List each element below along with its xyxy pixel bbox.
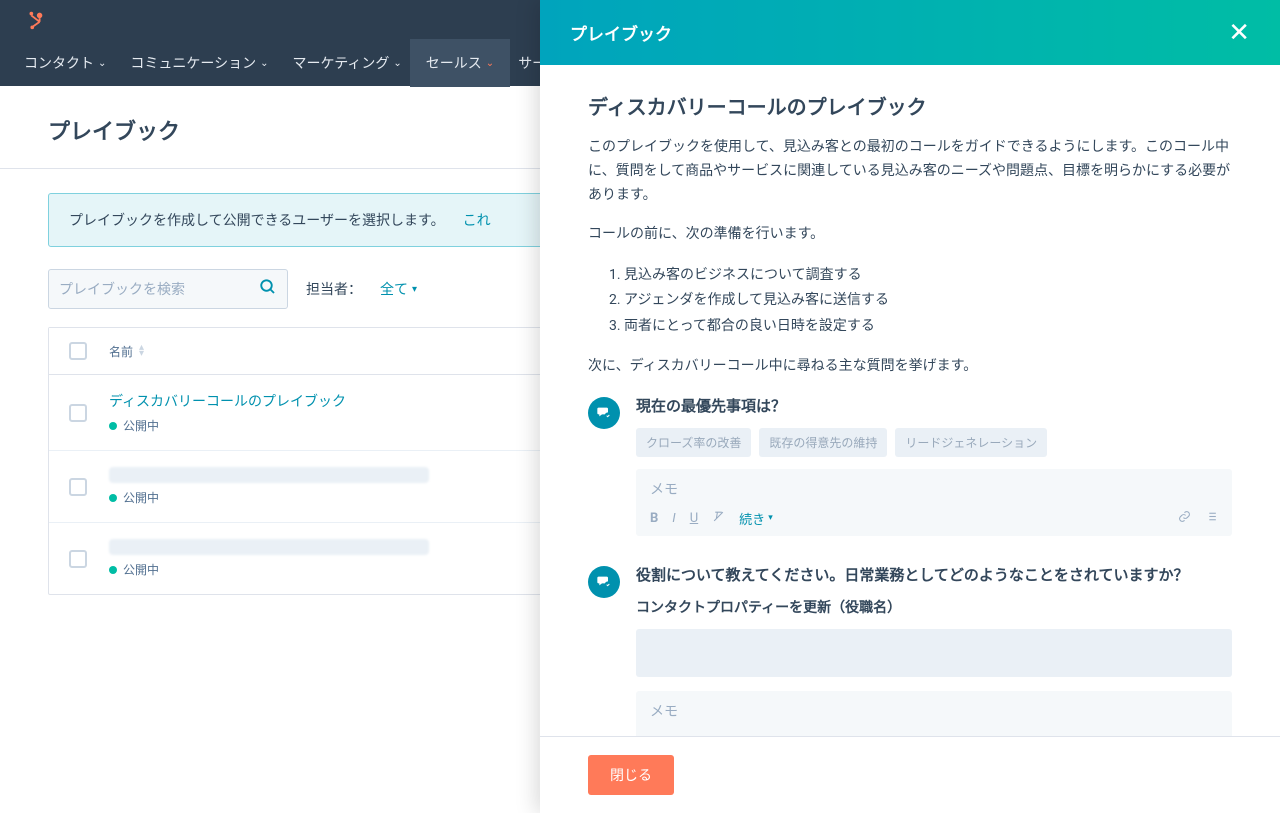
- chip[interactable]: クローズ率の改善: [636, 428, 751, 457]
- nav-communication[interactable]: コミュニケーション⌄: [130, 53, 268, 73]
- row-checkbox[interactable]: [69, 550, 87, 568]
- chevron-down-icon: ⌄: [486, 58, 494, 69]
- property-input[interactable]: [636, 629, 1232, 677]
- search-icon[interactable]: [259, 278, 277, 301]
- q2-sub: コンタクトプロパティーを更新（役職名）: [636, 597, 1232, 617]
- row-checkbox[interactable]: [69, 478, 87, 496]
- question-block-2: 役割について教えてください。日常業務としてどのようなことをされていますか？ コン…: [588, 564, 1232, 736]
- q2-title: 役割について教えてください。日常業務としてどのようなことをされていますか？: [636, 564, 1232, 585]
- alert-text: プレイブックを作成して公開できるユーザーを選択します。: [69, 210, 445, 230]
- status-dot-icon: [109, 422, 117, 430]
- editor-toolbar: B I U 続き▾: [650, 509, 1218, 528]
- prep-item: アジェンダを作成して見込み客に送信する: [624, 288, 1232, 313]
- chip[interactable]: 既存の得意先の維持: [759, 428, 887, 457]
- next-title: 次に、ディスカバリーコール中に尋ねる主な質問を挙げます。: [588, 355, 1232, 379]
- status-dot-icon: [109, 494, 117, 502]
- close-button[interactable]: 閉じる: [588, 755, 674, 795]
- prep-item: 見込み客のビジネスについて調査する: [624, 263, 1232, 288]
- chip[interactable]: リードジェネレーション: [895, 428, 1047, 457]
- memo-editor-2[interactable]: メモ: [636, 691, 1232, 736]
- search-input-wrap[interactable]: [48, 269, 288, 309]
- memo-placeholder: メモ: [650, 701, 1218, 721]
- select-all-checkbox[interactable]: [69, 342, 87, 360]
- italic-button[interactable]: I: [672, 511, 675, 526]
- question-icon: [588, 566, 620, 598]
- row-checkbox[interactable]: [69, 404, 87, 422]
- more-format-button[interactable]: 続き▾: [739, 509, 773, 528]
- chevron-down-icon: ⌄: [393, 58, 401, 69]
- chevron-down-icon: ⌄: [260, 58, 268, 69]
- panel-footer: 閉じる: [540, 736, 1280, 813]
- panel-body: ディスカバリーコールのプレイブック このプレイブックを使用して、見込み客との最初…: [540, 65, 1280, 736]
- sort-icon: ▴▾: [139, 345, 144, 357]
- link-button[interactable]: [1178, 510, 1191, 527]
- panel-title: ディスカバリーコールのプレイブック: [588, 91, 1232, 120]
- prep-title: コールの前に、次の準備を行います。: [588, 223, 1232, 247]
- close-icon[interactable]: ✕: [1228, 18, 1250, 48]
- panel-header-title: プレイブック: [570, 20, 672, 45]
- nav-contacts[interactable]: コンタクト⌄: [24, 53, 106, 73]
- prep-list: 見込み客のビジネスについて調査する アジェンダを作成して見込み客に送信する 両者…: [624, 263, 1232, 339]
- list-button[interactable]: [1205, 510, 1218, 527]
- clear-format-button[interactable]: [712, 510, 725, 527]
- memo-placeholder: メモ: [650, 479, 1218, 499]
- nav-marketing[interactable]: マーケティング⌄: [293, 53, 402, 73]
- chevron-down-icon: ▾: [412, 284, 417, 295]
- owner-filter-label: 担当者：: [306, 279, 362, 299]
- col-name[interactable]: 名前 ▴▾: [109, 343, 144, 360]
- hubspot-icon: [24, 9, 46, 31]
- search-input[interactable]: [59, 281, 259, 297]
- q1-chips: クローズ率の改善 既存の得意先の維持 リードジェネレーション: [636, 428, 1232, 457]
- prep-item: 両者にとって都合の良い日時を設定する: [624, 314, 1232, 339]
- panel-header: プレイブック ✕: [540, 0, 1280, 65]
- question-block-1: 現在の最優先事項は？ クローズ率の改善 既存の得意先の維持 リードジェネレーショ…: [588, 395, 1232, 536]
- row-title-redacted: [109, 539, 429, 555]
- status-dot-icon: [109, 566, 117, 574]
- question-icon: [588, 397, 620, 429]
- chevron-down-icon: ⌄: [98, 58, 106, 69]
- underline-button[interactable]: U: [690, 511, 698, 526]
- panel-intro: このプレイブックを使用して、見込み客との最初のコールをガイドできるようにします。…: [588, 136, 1232, 207]
- owner-filter-value[interactable]: 全て▾: [380, 279, 417, 299]
- q1-title: 現在の最優先事項は？: [636, 395, 1232, 416]
- row-title-redacted: [109, 467, 429, 483]
- bold-button[interactable]: B: [650, 511, 658, 526]
- alert-link[interactable]: これ: [463, 210, 491, 230]
- playbook-panel: プレイブック ✕ ディスカバリーコールのプレイブック このプレイブックを使用して…: [540, 0, 1280, 813]
- memo-editor[interactable]: メモ B I U 続き▾: [636, 469, 1232, 536]
- nav-sales[interactable]: セールス⌄: [410, 39, 510, 87]
